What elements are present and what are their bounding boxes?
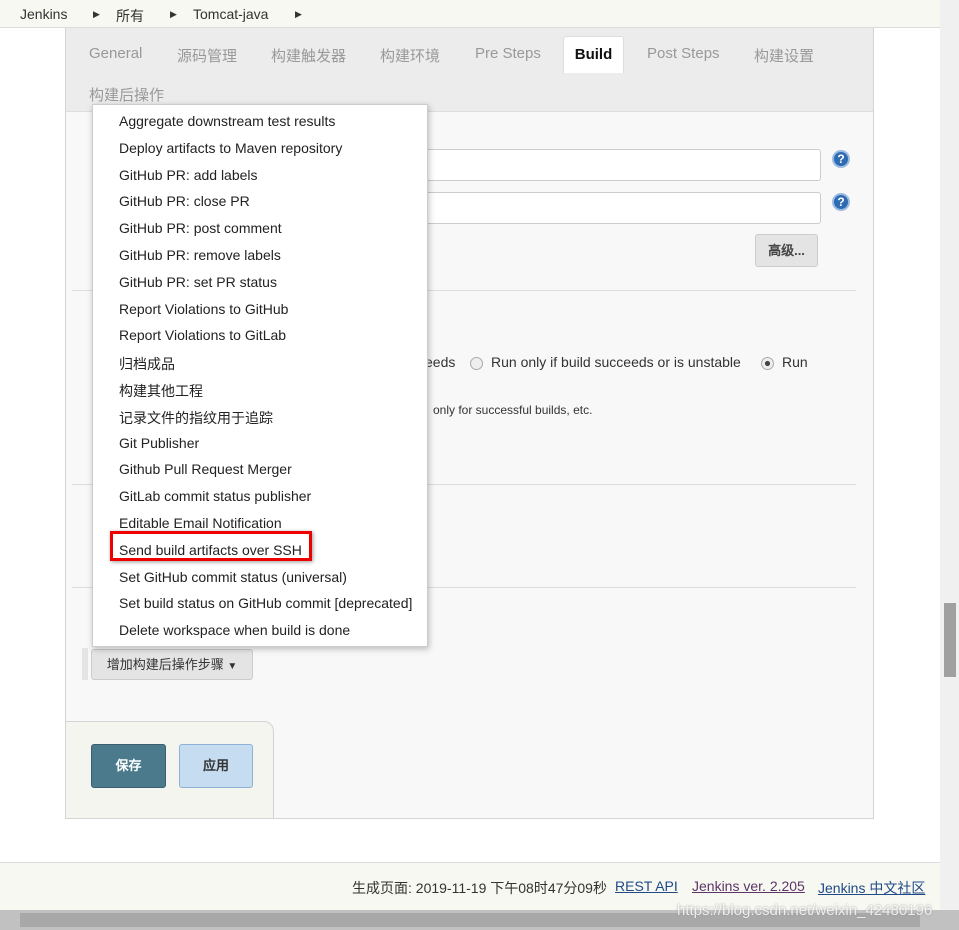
menu-item[interactable]: Set GitHub commit status (universal): [119, 569, 347, 585]
menu-item[interactable]: 构建其他工程: [119, 381, 203, 401]
menu-item[interactable]: GitHub PR: post comment: [119, 220, 282, 236]
scrollbar-thumb[interactable]: [944, 603, 956, 677]
post-build-dropdown-menu: Aggregate downstream test results Deploy …: [92, 104, 428, 647]
menu-item[interactable]: Set build status on GitHub commit [depre…: [119, 595, 412, 611]
tab-post-build[interactable]: 构建后操作: [89, 84, 164, 105]
tab-build-settings[interactable]: 构建设置: [754, 45, 814, 66]
tab-pre-steps[interactable]: Pre Steps: [475, 45, 541, 62]
breadcrumb: Jenkins ▶ 所有 ▶ Tomcat-java ▶: [0, 0, 940, 28]
version-link[interactable]: Jenkins ver. 2.205: [692, 878, 805, 894]
chevron-right-icon: ▶: [170, 9, 177, 19]
menu-item[interactable]: Editable Email Notification: [119, 515, 282, 531]
text-input[interactable]: [380, 149, 821, 181]
highlight-box: [110, 531, 312, 561]
menu-item[interactable]: GitHub PR: close PR: [119, 193, 250, 209]
menu-item[interactable]: Github Pull Request Merger: [119, 461, 292, 477]
chevron-right-icon: ▶: [93, 9, 100, 19]
apply-button[interactable]: 应用: [179, 744, 253, 788]
help-text: only for successful builds, etc.: [433, 403, 593, 417]
menu-item[interactable]: GitHub PR: add labels: [119, 167, 258, 183]
menu-item[interactable]: Report Violations to GitLab: [119, 327, 286, 343]
menu-item[interactable]: Aggregate downstream test results: [119, 113, 335, 129]
breadcrumb-all[interactable]: 所有: [116, 6, 144, 26]
menu-item[interactable]: Delete workspace when build is done: [119, 622, 350, 638]
tab-environment[interactable]: 构建环境: [380, 45, 440, 66]
radio-run[interactable]: [761, 357, 774, 370]
tab-post-steps[interactable]: Post Steps: [647, 45, 720, 62]
menu-item[interactable]: 归档成品: [119, 354, 175, 374]
menu-item[interactable]: GitLab commit status publisher: [119, 488, 311, 504]
radio-label-run: Run: [782, 354, 808, 370]
caret-down-icon: ▼: [227, 661, 238, 672]
menu-item[interactable]: GitHub PR: remove labels: [119, 247, 281, 263]
radio-label-fragment: eeds: [425, 354, 456, 370]
breadcrumb-jenkins[interactable]: Jenkins: [20, 6, 67, 22]
tab-bar: [66, 28, 873, 112]
rest-api-link[interactable]: REST API: [615, 878, 678, 894]
button-label: 增加构建后操作步骤: [106, 657, 224, 672]
save-button[interactable]: 保存: [91, 744, 166, 788]
watermark: https://blog.csdn.net/weixin_42480196: [677, 902, 933, 919]
breadcrumb-job[interactable]: Tomcat-java: [193, 6, 268, 22]
vertical-scrollbar[interactable]: [940, 0, 959, 910]
tab-triggers[interactable]: 构建触发器: [271, 45, 346, 66]
tab-scm[interactable]: 源码管理: [177, 45, 237, 66]
radio-label-unstable: Run only if build succeeds or is unstabl…: [491, 354, 741, 370]
menu-item[interactable]: Deploy artifacts to Maven repository: [119, 140, 342, 156]
menu-item[interactable]: Git Publisher: [119, 435, 199, 451]
add-post-build-step-button[interactable]: 增加构建后操作步骤 ▼: [91, 649, 253, 680]
text-input[interactable]: [380, 192, 821, 224]
menu-item[interactable]: Report Violations to GitHub: [119, 301, 288, 317]
community-link[interactable]: Jenkins 中文社区: [818, 878, 925, 898]
tab-build[interactable]: Build: [563, 36, 624, 73]
radio-unstable[interactable]: [470, 357, 483, 370]
generated-time: 生成页面: 2019-11-19 下午08时47分09秒: [352, 880, 607, 896]
chevron-right-icon: ▶: [295, 9, 302, 19]
menu-item[interactable]: 记录文件的指纹用于追踪: [119, 408, 273, 428]
drag-handle: [82, 648, 88, 680]
advanced-button[interactable]: 高级...: [755, 234, 818, 267]
tab-general[interactable]: General: [89, 45, 142, 62]
menu-item[interactable]: GitHub PR: set PR status: [119, 274, 277, 290]
help-icon[interactable]: ?: [832, 193, 850, 211]
help-icon[interactable]: ?: [832, 150, 850, 168]
